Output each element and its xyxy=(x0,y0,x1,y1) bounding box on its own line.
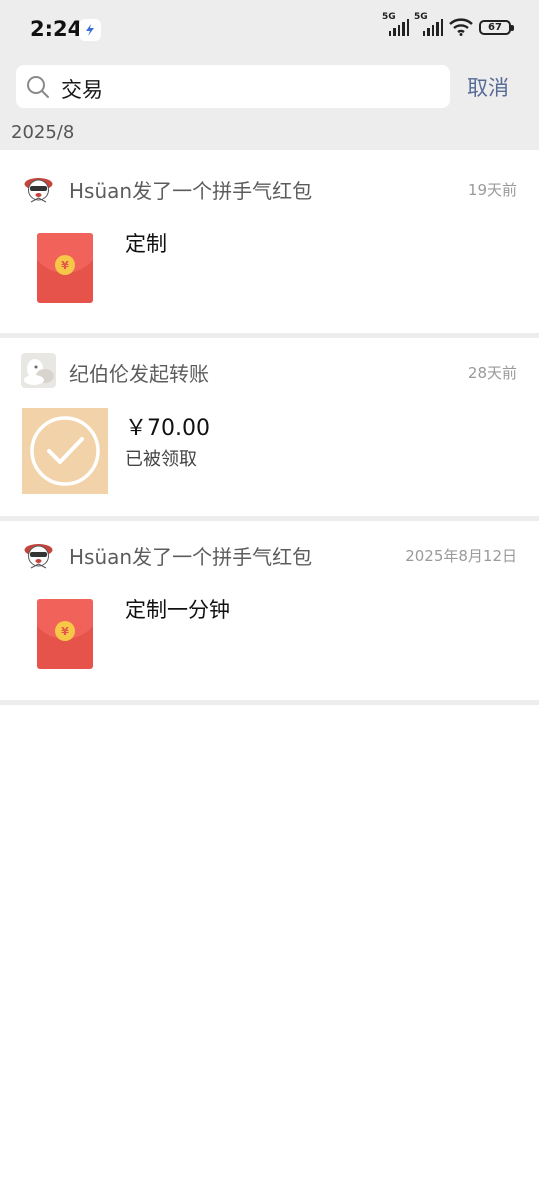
transfer-status: 已被领取 xyxy=(125,449,197,470)
avatar xyxy=(21,538,56,573)
avatar xyxy=(21,353,56,388)
status-time: 2:24 xyxy=(30,17,83,41)
avatar xyxy=(21,172,56,207)
battery-icon: 67 xyxy=(479,19,514,35)
record-card[interactable]: Hsüan发了一个拼手气红包 19天前 ¥ 定制 xyxy=(0,150,539,333)
red-packet-icon: ¥ xyxy=(37,233,93,303)
record-title: Hsüan发了一个拼手气红包 xyxy=(69,545,313,569)
divider xyxy=(0,700,539,705)
month-label: 2025/8 xyxy=(11,122,75,143)
status-icons: 5G 5G 67 xyxy=(382,12,514,36)
red-packet-message: 定制 xyxy=(125,232,167,256)
cancel-button[interactable]: 取消 xyxy=(467,72,509,102)
record-title: Hsüan发了一个拼手气红包 xyxy=(69,179,313,203)
signal-icon-2: 5G xyxy=(414,12,444,36)
search-input[interactable]: 交易 xyxy=(16,65,450,108)
record-time: 19天前 xyxy=(467,181,517,199)
record-card[interactable]: 纪伯伦发起转账 28天前 ￥70.00 已被领取 xyxy=(0,338,539,516)
wifi-icon xyxy=(449,18,473,36)
app-notification-icon xyxy=(79,19,101,41)
search-icon xyxy=(27,76,49,98)
record-time: 2025年8月12日 xyxy=(405,547,517,565)
signal-icon-1: 5G xyxy=(382,12,410,36)
record-title: 纪伯伦发起转账 xyxy=(69,362,209,386)
record-time: 28天前 xyxy=(467,364,517,382)
transfer-received-icon xyxy=(22,408,108,494)
red-packet-message: 定制一分钟 xyxy=(125,598,230,622)
record-card[interactable]: Hsüan发了一个拼手气红包 2025年8月12日 ¥ 定制一分钟 xyxy=(0,521,539,700)
transfer-amount: ￥70.00 xyxy=(125,416,210,441)
search-query[interactable]: 交易 xyxy=(61,74,103,104)
red-packet-icon: ¥ xyxy=(37,599,93,669)
